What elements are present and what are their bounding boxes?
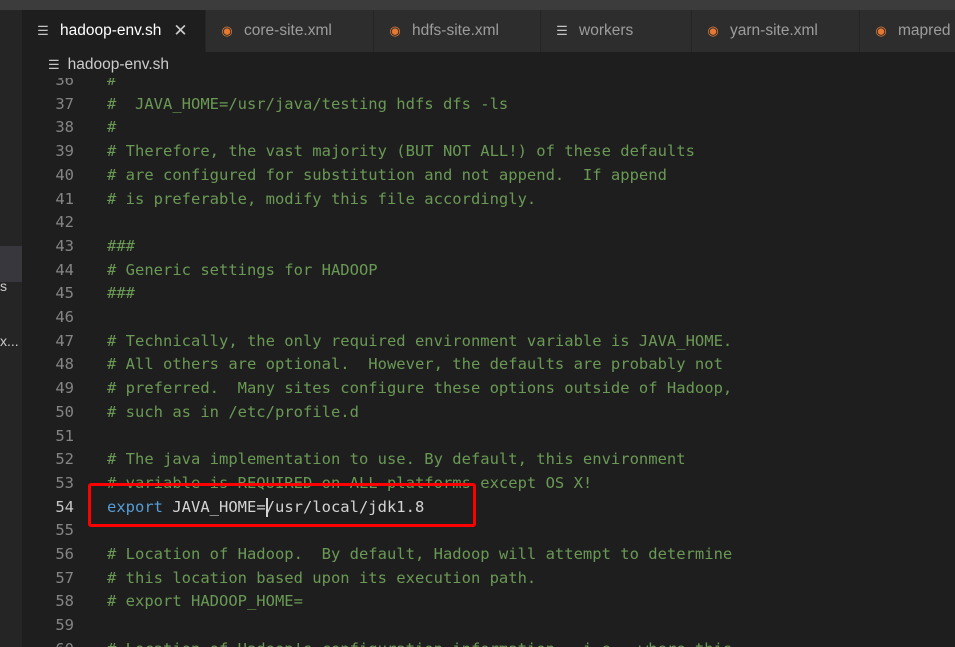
code-line[interactable]: 42 bbox=[22, 211, 955, 235]
code-line[interactable]: 40 # are configured for substitution and … bbox=[22, 164, 955, 188]
code-line[interactable]: 47 # Technically, the only required envir… bbox=[22, 330, 955, 354]
tab-hadoop-env[interactable]: ☰ hadoop-env.sh ✕ bbox=[22, 10, 206, 52]
lines-file-icon: ☰ bbox=[48, 57, 60, 72]
sidebar-item-fragment[interactable]: s bbox=[0, 278, 7, 294]
code-line[interactable]: 44 # Generic settings for HADOOP bbox=[22, 259, 955, 283]
line-number: 47 bbox=[55, 331, 74, 350]
line-number: 56 bbox=[55, 545, 74, 563]
line-number: 54 bbox=[55, 497, 74, 516]
code-editor[interactable]: 36 #37 # JAVA_HOME=/usr/java/testing hdfs … bbox=[22, 78, 955, 647]
tab-workers[interactable]: ☰ workers bbox=[541, 10, 692, 52]
tab-label: hdfs-site.xml bbox=[412, 22, 499, 39]
rss-file-icon: ◉ bbox=[875, 23, 887, 38]
tab-label: yarn-site.xml bbox=[730, 22, 818, 39]
annotation-highlight-box bbox=[88, 483, 476, 527]
code-text[interactable]: # are configured for substitution and no… bbox=[107, 164, 667, 188]
code-line[interactable]: 51 bbox=[22, 425, 955, 449]
code-line[interactable]: 43 ### bbox=[22, 235, 955, 259]
line-number: 59 bbox=[55, 616, 74, 635]
code-text[interactable]: # Location of Hadoop's configuration inf… bbox=[107, 638, 732, 647]
line-number: 38 bbox=[55, 118, 74, 137]
line-number: 40 bbox=[55, 165, 74, 184]
line-number: 52 bbox=[55, 450, 74, 469]
tab-label: core-site.xml bbox=[244, 22, 332, 39]
code-text[interactable]: # is preferable, modify this file accord… bbox=[107, 188, 536, 212]
line-number: 60 bbox=[22, 638, 74, 647]
code-text[interactable]: ### bbox=[107, 235, 135, 259]
line-number: 48 bbox=[55, 355, 74, 374]
line-number: 37 bbox=[55, 94, 74, 113]
rss-file-icon: ◉ bbox=[221, 23, 233, 38]
code-text[interactable]: ### bbox=[107, 282, 135, 306]
explorer-sidebar[interactable]: s x... bbox=[0, 10, 22, 647]
line-number: 51 bbox=[55, 426, 74, 445]
line-number: 58 bbox=[55, 592, 74, 611]
tab-hdfs-site[interactable]: ◉ hdfs-site.xml bbox=[374, 10, 541, 52]
close-icon[interactable]: ✕ bbox=[173, 21, 187, 41]
sidebar-item-fragment[interactable]: x... bbox=[0, 333, 19, 349]
code-text[interactable]: # Therefore, the vast majority (BUT NOT … bbox=[107, 140, 695, 164]
code-text[interactable]: # Generic settings for HADOOP bbox=[107, 259, 378, 283]
code-line[interactable]: 38 # bbox=[22, 116, 955, 140]
code-text[interactable]: # bbox=[107, 78, 116, 93]
code-line[interactable]: 46 bbox=[22, 306, 955, 330]
line-number: 42 bbox=[55, 213, 74, 232]
line-number: 36 bbox=[55, 78, 74, 89]
rss-file-icon: ◉ bbox=[707, 23, 719, 38]
rss-file-icon: ◉ bbox=[389, 23, 401, 38]
code-text[interactable]: # Technically, the only required environ… bbox=[107, 330, 732, 354]
line-number: 41 bbox=[55, 189, 74, 208]
lines-file-icon: ☰ bbox=[37, 23, 49, 38]
tab-core-site[interactable]: ◉ core-site.xml bbox=[206, 10, 374, 52]
tab-label: workers bbox=[579, 22, 634, 39]
tab-mapred[interactable]: ◉ mapred bbox=[860, 10, 955, 52]
code-line[interactable]: 37 # JAVA_HOME=/usr/java/testing hdfs dfs… bbox=[22, 93, 955, 117]
code-text[interactable]: # JAVA_HOME=/usr/java/testing hdfs dfs -… bbox=[107, 93, 508, 117]
line-number: 39 bbox=[55, 142, 74, 161]
code-line[interactable]: 58 # export HADOOP_HOME= bbox=[22, 590, 955, 614]
editor-tab-bar: ☰ hadoop-env.sh ✕ ◉ core-site.xml ◉ hdfs… bbox=[22, 10, 955, 52]
code-text[interactable]: # Location of Hadoop. By default, Hadoop… bbox=[107, 543, 732, 567]
code-line[interactable]: 59 bbox=[22, 614, 955, 638]
line-number: 55 bbox=[55, 521, 74, 540]
line-number: 57 bbox=[55, 568, 74, 587]
title-bar-strip bbox=[0, 0, 955, 10]
breadcrumb-file[interactable]: hadoop-env.sh bbox=[68, 56, 169, 74]
line-number: 49 bbox=[55, 379, 74, 398]
code-line[interactable]: 57 # this location based upon its executi… bbox=[22, 567, 955, 591]
breadcrumb[interactable]: ☰ hadoop-env.sh bbox=[22, 52, 955, 78]
code-line[interactable]: 60 # Location of Hadoop's configuration i… bbox=[22, 638, 955, 647]
sidebar-selected-item[interactable] bbox=[0, 246, 22, 282]
code-text[interactable]: # The java implementation to use. By def… bbox=[107, 448, 686, 472]
code-text[interactable]: # export HADOOP_HOME= bbox=[107, 590, 303, 614]
code-line[interactable]: 45 ### bbox=[22, 282, 955, 306]
code-text[interactable]: # this location based upon its execution… bbox=[107, 567, 536, 591]
lines-file-icon: ☰ bbox=[556, 23, 568, 38]
line-number: 45 bbox=[55, 284, 74, 303]
code-line[interactable]: 56 # Location of Hadoop. By default, Hado… bbox=[22, 543, 955, 567]
tab-label: mapred bbox=[898, 22, 951, 39]
code-line[interactable]: 41 # is preferable, modify this file acco… bbox=[22, 188, 955, 212]
code-line[interactable]: 50 # such as in /etc/profile.d bbox=[22, 401, 955, 425]
line-number: 44 bbox=[55, 260, 74, 279]
tab-label: hadoop-env.sh bbox=[60, 22, 162, 39]
line-number: 50 bbox=[55, 402, 74, 421]
code-line[interactable]: 52 # The java implementation to use. By d… bbox=[22, 448, 955, 472]
code-text[interactable]: # preferred. Many sites configure these … bbox=[107, 377, 732, 401]
code-line[interactable]: 49 # preferred. Many sites configure thes… bbox=[22, 377, 955, 401]
code-text[interactable]: # All others are optional. However, the … bbox=[107, 353, 723, 377]
code-text[interactable]: # bbox=[107, 116, 116, 140]
line-number: 53 bbox=[55, 473, 74, 492]
tab-yarn-site[interactable]: ◉ yarn-site.xml bbox=[692, 10, 860, 52]
code-text[interactable]: # such as in /etc/profile.d bbox=[107, 401, 359, 425]
line-number: 46 bbox=[55, 308, 74, 326]
code-line[interactable]: 39 # Therefore, the vast majority (BUT NO… bbox=[22, 140, 955, 164]
code-line[interactable]: 36 # bbox=[22, 78, 955, 93]
line-number: 43 bbox=[55, 236, 74, 255]
code-line[interactable]: 48 # All others are optional. However, th… bbox=[22, 353, 955, 377]
